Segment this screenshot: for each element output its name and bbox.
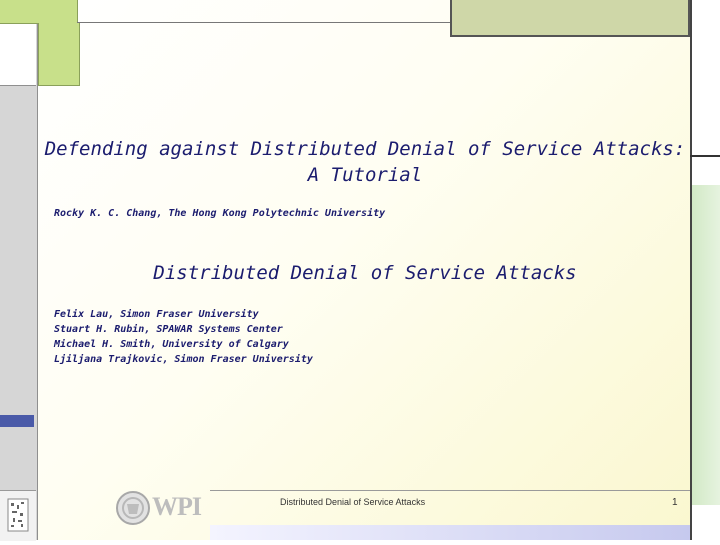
right-accent-bar	[692, 185, 720, 505]
left-frame-strip	[0, 23, 38, 540]
author-item: Felix Lau, Simon Fraser University	[54, 309, 259, 320]
right-divider	[690, 155, 720, 157]
author-item: Ljiljana Trajkovic, Simon Fraser Univers…	[54, 354, 313, 365]
presenter-byline: Rocky K. C. Chang, The Hong Kong Polytec…	[54, 208, 386, 219]
footer-text: Distributed Denial of Service Attacks	[280, 497, 426, 507]
slide-title: Defending against Distributed Denial of …	[40, 136, 690, 188]
left-accent-block	[38, 23, 80, 86]
author-item: Stuart H. Rubin, SPAWAR Systems Center	[54, 324, 283, 335]
left-frame-inset	[0, 23, 36, 86]
slide-subtitle: Distributed Denial of Service Attacks	[153, 262, 577, 284]
top-right-accent	[450, 0, 690, 37]
author-item: Michael H. Smith, University of Calgary	[54, 339, 289, 350]
title-line-2: A Tutorial	[307, 164, 423, 186]
title-line-1: Defending against Distributed Denial of …	[44, 138, 686, 160]
footer-divider	[210, 490, 690, 491]
footer-accent-bar	[210, 525, 690, 540]
page-number: 1	[672, 497, 678, 508]
top-left-accent	[0, 0, 78, 24]
left-blue-marker	[0, 415, 34, 427]
seal-icon	[0, 490, 36, 541]
author-list: Felix Lau, Simon Fraser University Stuar…	[54, 307, 313, 367]
top-divider	[77, 22, 450, 23]
wpi-logo-text: WPI	[152, 492, 202, 521]
